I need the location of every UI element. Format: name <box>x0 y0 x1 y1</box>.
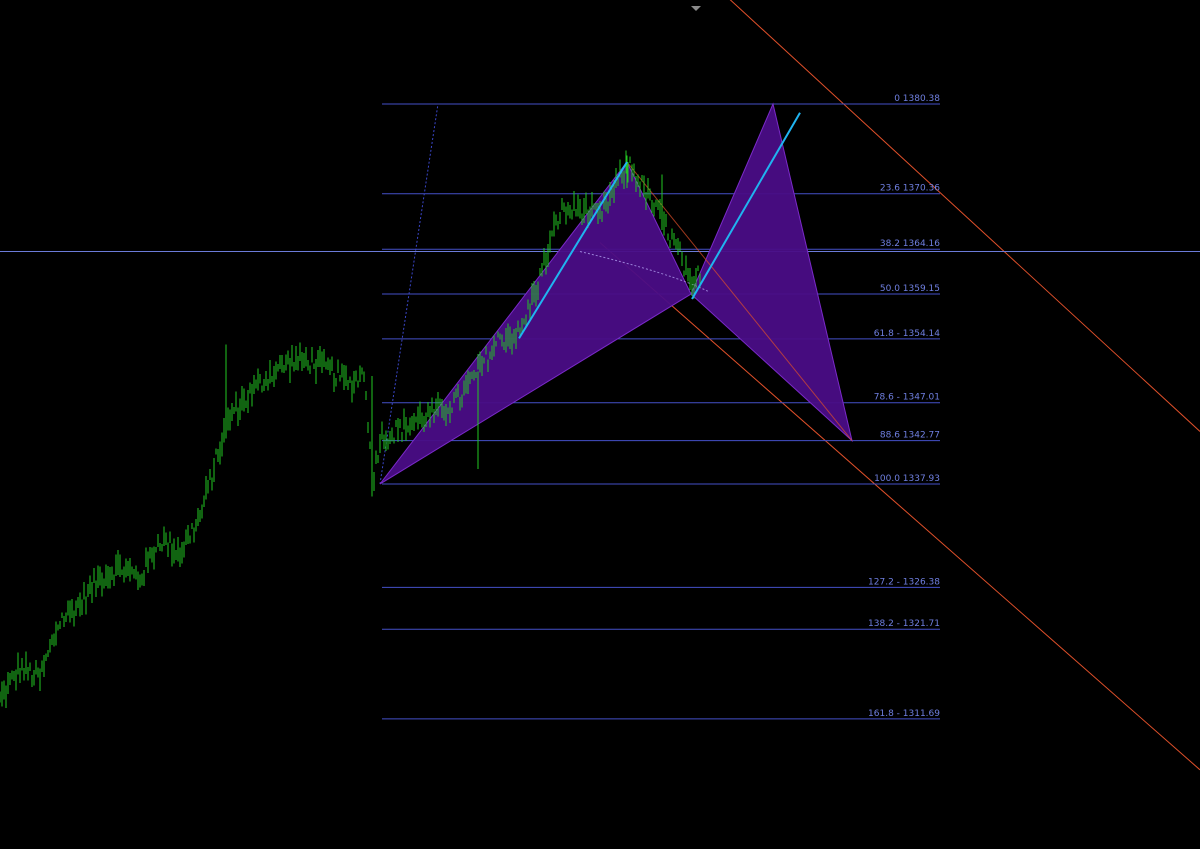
fib-level-label: 23.6 1370.36 <box>880 184 940 194</box>
fib-level-label: 127.2 - 1326.38 <box>868 577 940 587</box>
fib-level-label: 78.6 - 1347.01 <box>874 393 940 403</box>
fib-level-label: 138.2 - 1321.71 <box>868 619 940 629</box>
fib-level-label: 61.8 - 1354.14 <box>874 329 940 339</box>
fib-level-label: 88.6 1342.77 <box>880 431 940 441</box>
fib-level-label: 38.2 1364.16 <box>880 239 940 249</box>
fib-level-label: 161.8 - 1311.69 <box>868 709 940 719</box>
chart-window[interactable]: 0 1380.38 23.6 1370.36 38.2 1364.16 50.0 13… <box>0 0 1200 849</box>
price-chart[interactable]: 0 1380.38 23.6 1370.36 38.2 1364.16 50.0 13… <box>0 0 1200 849</box>
fib-level-label: 50.0 1359.15 <box>880 284 940 294</box>
fib-level-label: 100.0 1337.93 <box>874 474 940 484</box>
fib-level-label: 0 1380.38 <box>894 94 940 104</box>
